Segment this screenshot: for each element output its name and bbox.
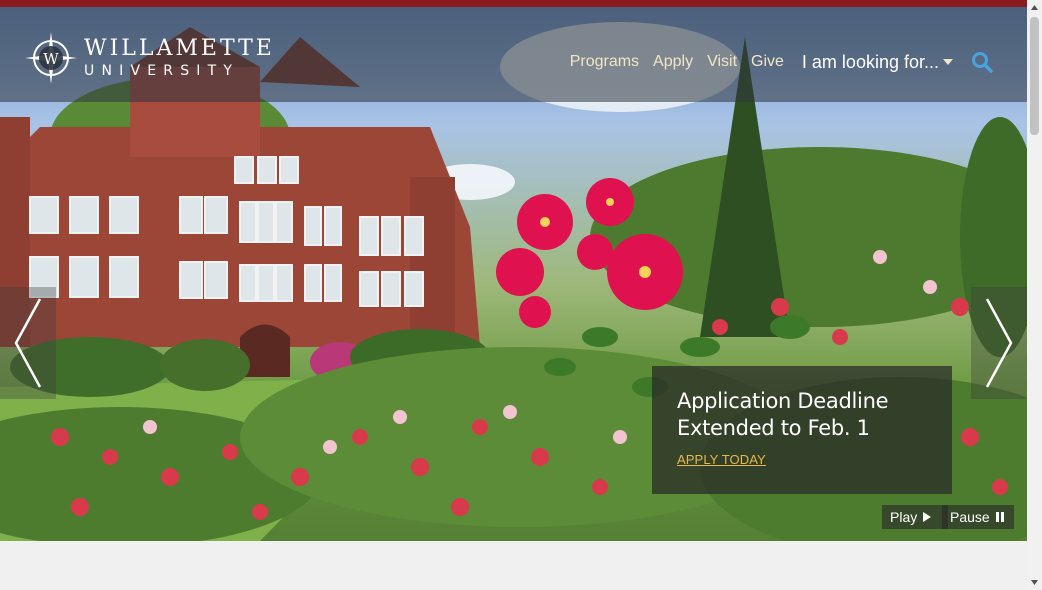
header-bar: W WILLAMETTE UNIVERSITY Programs Apply V… [0,7,1027,102]
looking-for-dropdown[interactable]: I am looking for... [802,52,953,73]
pause-label: Pause [950,509,990,525]
scroll-up-arrow-icon[interactable] [1027,0,1042,15]
compass-logo-icon: W [25,32,77,84]
logo-wordmark: WILLAMETTE UNIVERSITY [84,36,275,79]
slideshow-play-button[interactable]: Play [882,505,948,529]
scrollbar-thumb[interactable] [1030,17,1039,135]
nav-link-programs[interactable]: Programs [570,53,639,71]
chevron-left-icon [14,298,42,388]
nav-link-visit[interactable]: Visit [707,53,737,71]
apply-today-link[interactable]: APPLY TODAY [677,452,766,467]
main-nav: Programs Apply Visit Give I am looking f… [556,51,993,73]
below-hero-area [0,541,1027,590]
caret-down-icon [943,59,953,65]
logo-line-2: UNIVERSITY [84,63,240,79]
nav-link-apply[interactable]: Apply [653,53,693,71]
scroll-down-arrow-icon[interactable] [1027,575,1042,590]
play-icon [923,512,932,522]
chevron-right-icon [985,298,1013,388]
play-label: Play [890,509,918,525]
carousel-next-button[interactable] [971,287,1027,399]
slideshow-pause-button[interactable]: Pause [942,505,1014,529]
looking-for-label: I am looking for... [801,51,939,72]
page: W WILLAMETTE UNIVERSITY Programs Apply V… [0,0,1027,590]
carousel-prev-button[interactable] [0,287,56,399]
pause-icon [995,512,1006,522]
logo-mark-letter: W [43,50,59,68]
search-icon[interactable] [971,51,993,73]
site-logo[interactable]: W WILLAMETTE UNIVERSITY [24,31,275,85]
page-scrollbar[interactable] [1027,0,1042,590]
top-accent-bar [0,0,1027,7]
hero-caption: Application Deadline Extended to Feb. 1 … [652,366,952,494]
logo-line-1: WILLAMETTE [84,36,275,61]
caption-title: Application Deadline Extended to Feb. 1 [677,389,889,440]
nav-link-give[interactable]: Give [751,53,784,71]
